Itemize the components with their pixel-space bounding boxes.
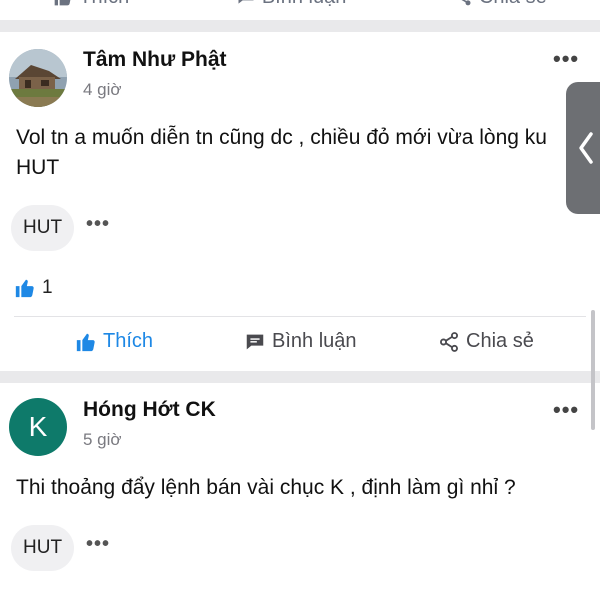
comment-icon xyxy=(246,334,264,349)
feed-screen: Thích Bình luận Chia sẻ Tâm Như Phậ xyxy=(0,0,600,600)
post-card: Tâm Như Phật 4 giờ ••• Vol tn a muốn diễ… xyxy=(0,32,600,370)
avatar[interactable] xyxy=(9,49,67,107)
scrollbar[interactable] xyxy=(591,310,595,430)
post-text: Thi thoảng đẩy lệnh bán vài chục K , địn… xyxy=(16,476,516,499)
previous-like-label: Thích xyxy=(79,0,129,9)
avatar[interactable]: K xyxy=(9,398,67,456)
stock-tag-chip[interactable]: HUT xyxy=(11,205,75,251)
post-card: K Hóng Hớt CK 5 giờ ••• Thi thoảng đẩy l… xyxy=(0,383,600,600)
tag-more-button[interactable]: ••• xyxy=(86,533,110,556)
thumbs-up-icon xyxy=(76,333,95,351)
share-button[interactable]: Chia sẻ xyxy=(438,330,534,353)
more-options-button[interactable]: ••• xyxy=(553,48,579,70)
previous-share-button[interactable]: Chia sẻ xyxy=(453,0,547,9)
more-options-button[interactable]: ••• xyxy=(553,399,579,421)
side-panel-handle[interactable] xyxy=(566,82,600,214)
avatar-letter: K xyxy=(28,411,48,442)
previous-comment-button[interactable]: Bình luận xyxy=(236,0,347,9)
post-text: Vol tn a muốn diễn tn cũng dc , chiều đỏ… xyxy=(16,126,547,179)
like-count-value: 1 xyxy=(42,277,53,298)
share-icon xyxy=(440,331,458,352)
post-timestamp: 4 giờ xyxy=(83,80,122,99)
previous-like-button[interactable]: Thích xyxy=(53,0,129,9)
previous-post-action-bar: Thích Bình luận Chia sẻ xyxy=(0,0,600,8)
thumbs-up-icon xyxy=(54,0,71,6)
like-button[interactable]: Thích xyxy=(75,330,153,353)
chevron-left-icon xyxy=(579,132,593,164)
comment-icon xyxy=(238,0,254,4)
post-divider xyxy=(0,371,600,383)
like-label: Thích xyxy=(103,330,154,352)
share-icon xyxy=(461,0,471,6)
stock-tag-chip[interactable]: HUT xyxy=(11,525,75,571)
tag-more-button[interactable]: ••• xyxy=(86,213,110,236)
previous-comment-label: Bình luận xyxy=(262,0,347,9)
action-divider xyxy=(14,316,586,317)
post-timestamp: 5 giờ xyxy=(83,430,122,449)
post-author-name[interactable]: Hóng Hớt CK xyxy=(83,398,216,422)
share-label: Chia sẻ xyxy=(466,330,534,352)
avatar-photo xyxy=(9,49,67,107)
like-count[interactable]: 1 xyxy=(14,277,53,299)
thumbs-up-icon xyxy=(15,279,34,298)
comment-button[interactable]: Bình luận xyxy=(244,330,357,353)
post-author-name[interactable]: Tâm Như Phật xyxy=(83,48,227,72)
comment-label: Bình luận xyxy=(272,330,357,352)
post-divider xyxy=(0,20,600,32)
previous-share-label: Chia sẻ xyxy=(479,0,547,9)
